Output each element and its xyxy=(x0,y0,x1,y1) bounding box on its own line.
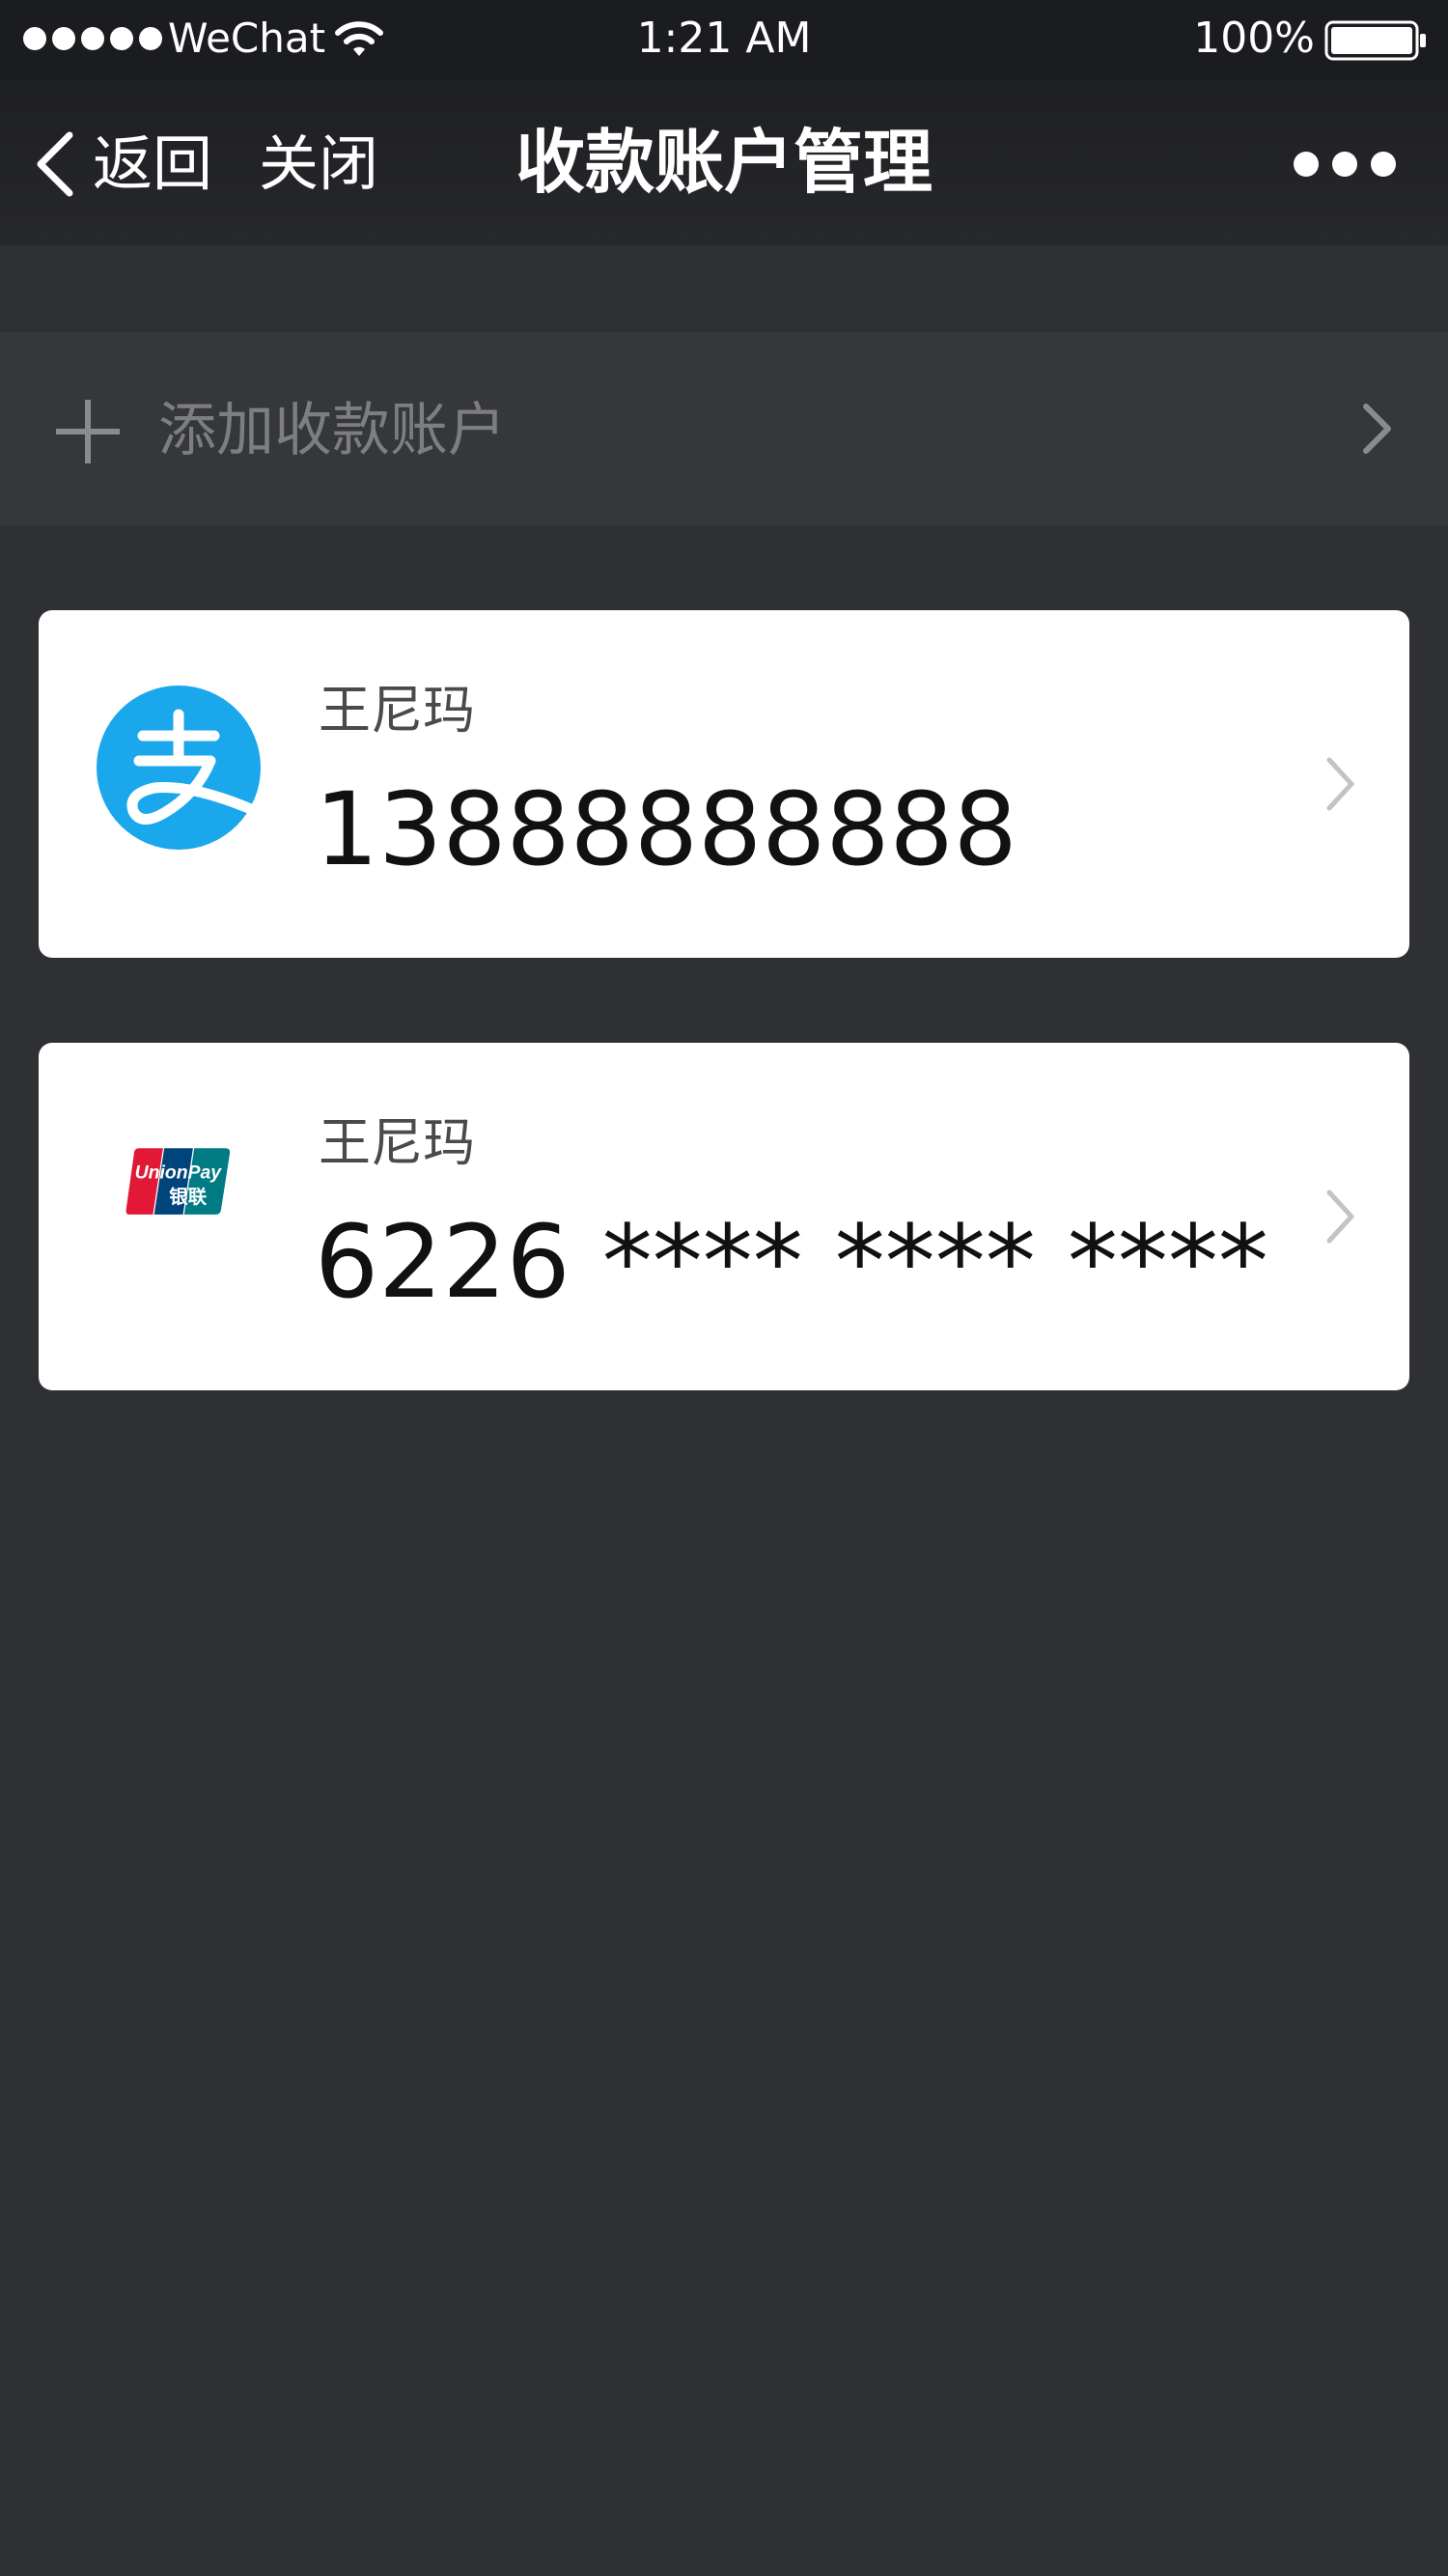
plus-icon xyxy=(56,400,120,463)
chevron-right-icon xyxy=(1326,1190,1354,1244)
battery-icon xyxy=(1324,20,1426,61)
account-card-alipay[interactable]: 王尼玛 13888888888 xyxy=(39,610,1409,958)
svg-text:UnionPay: UnionPay xyxy=(135,1162,223,1183)
screen: WeChat 1:21 AM 100% 返回 关闭 收款账户管理 添加收款账户 … xyxy=(0,0,1448,2576)
account-holder-name: 王尼玛 xyxy=(319,680,475,741)
more-icon[interactable] xyxy=(1294,147,1396,182)
battery-percentage: 100% xyxy=(1193,14,1315,63)
account-holder-name: 王尼玛 xyxy=(319,1112,475,1173)
nav-bar: 返回 关闭 收款账户管理 xyxy=(0,79,1448,245)
add-account-row[interactable]: 添加收款账户 xyxy=(0,332,1448,525)
chevron-right-icon xyxy=(1363,404,1391,454)
page-title: 收款账户管理 xyxy=(515,122,933,203)
status-bar: WeChat 1:21 AM 100% xyxy=(0,0,1448,79)
account-number: 6226 **** **** **** xyxy=(315,1203,1268,1321)
account-number: 13888888888 xyxy=(315,770,1017,888)
add-account-label: 添加收款账户 xyxy=(158,397,506,464)
alipay-logo-icon xyxy=(97,686,261,850)
svg-text:银联: 银联 xyxy=(169,1186,207,1208)
account-card-unionpay[interactable]: UnionPay 银联 王尼玛 6226 **** **** **** xyxy=(39,1043,1409,1390)
chevron-right-icon xyxy=(1326,757,1354,811)
unionpay-logo-icon: UnionPay 银联 xyxy=(125,1148,231,1215)
